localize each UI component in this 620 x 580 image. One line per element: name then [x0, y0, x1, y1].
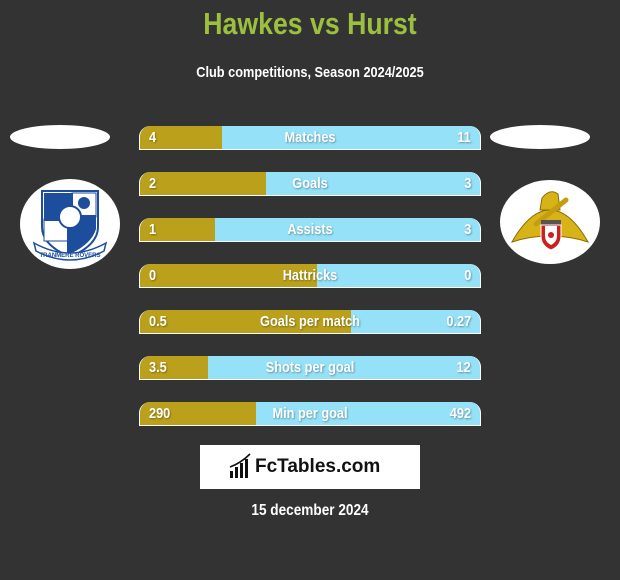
stat-row-min-per-goal: Min per goal 290 492	[139, 402, 481, 426]
bar-chart-icon	[229, 453, 251, 478]
stat-row-shots-per-goal: Shots per goal 3.5 12	[139, 356, 481, 380]
report-date: 15 december 2024	[251, 502, 369, 519]
stat-label: Min per goal	[272, 405, 348, 422]
stat-row-goals: Goals 2 3	[139, 172, 481, 196]
stat-label: Hattricks	[282, 267, 338, 284]
crest-banner-text: TRANMERE ROVERS	[39, 253, 100, 259]
stat-label: Goals	[292, 175, 328, 192]
right-team-logo	[500, 180, 600, 264]
right-value: 0	[463, 267, 471, 284]
right-value: 0.27	[446, 313, 471, 330]
left-value: 290	[149, 405, 171, 422]
stat-label: Shots per goal	[265, 359, 355, 376]
left-value: 2	[149, 175, 157, 192]
right-value: 12	[456, 359, 471, 376]
page-title: Hawkes vs Hurst	[203, 6, 417, 41]
stat-label: Assists	[287, 221, 333, 238]
stat-row-matches: Matches 4 11	[139, 126, 481, 150]
right-value: 492	[449, 405, 471, 422]
left-team-logo: TRANMERE ROVERS	[20, 179, 120, 269]
stat-label: Matches	[284, 129, 336, 146]
doncaster-rovers-crest-icon	[510, 191, 590, 251]
stat-row-assists: Assists 1 3	[139, 218, 481, 242]
left-value: 0	[149, 267, 157, 284]
fctables-brand-logo[interactable]: FcTables.com	[200, 445, 420, 489]
stat-row-hattricks: Hattricks 0 0	[139, 264, 481, 288]
right-value: 3	[463, 221, 471, 238]
tranmere-rovers-crest-icon: TRANMERE ROVERS	[32, 190, 108, 261]
right-value: 3	[463, 175, 471, 192]
stat-row-goals-per-match: Goals per match 0.5 0.27	[139, 310, 481, 334]
left-value: 1	[149, 221, 157, 238]
left-value: 0.5	[149, 313, 167, 330]
season-subtitle: Club competitions, Season 2024/2025	[196, 64, 424, 81]
left-player-name-placeholder	[10, 125, 110, 149]
stat-label: Goals per match	[260, 313, 360, 330]
left-value: 4	[149, 129, 157, 146]
right-value: 11	[457, 129, 471, 146]
brand-name: FcTables.com	[255, 456, 381, 477]
left-value: 3.5	[149, 359, 167, 376]
right-player-name-placeholder	[490, 125, 590, 149]
